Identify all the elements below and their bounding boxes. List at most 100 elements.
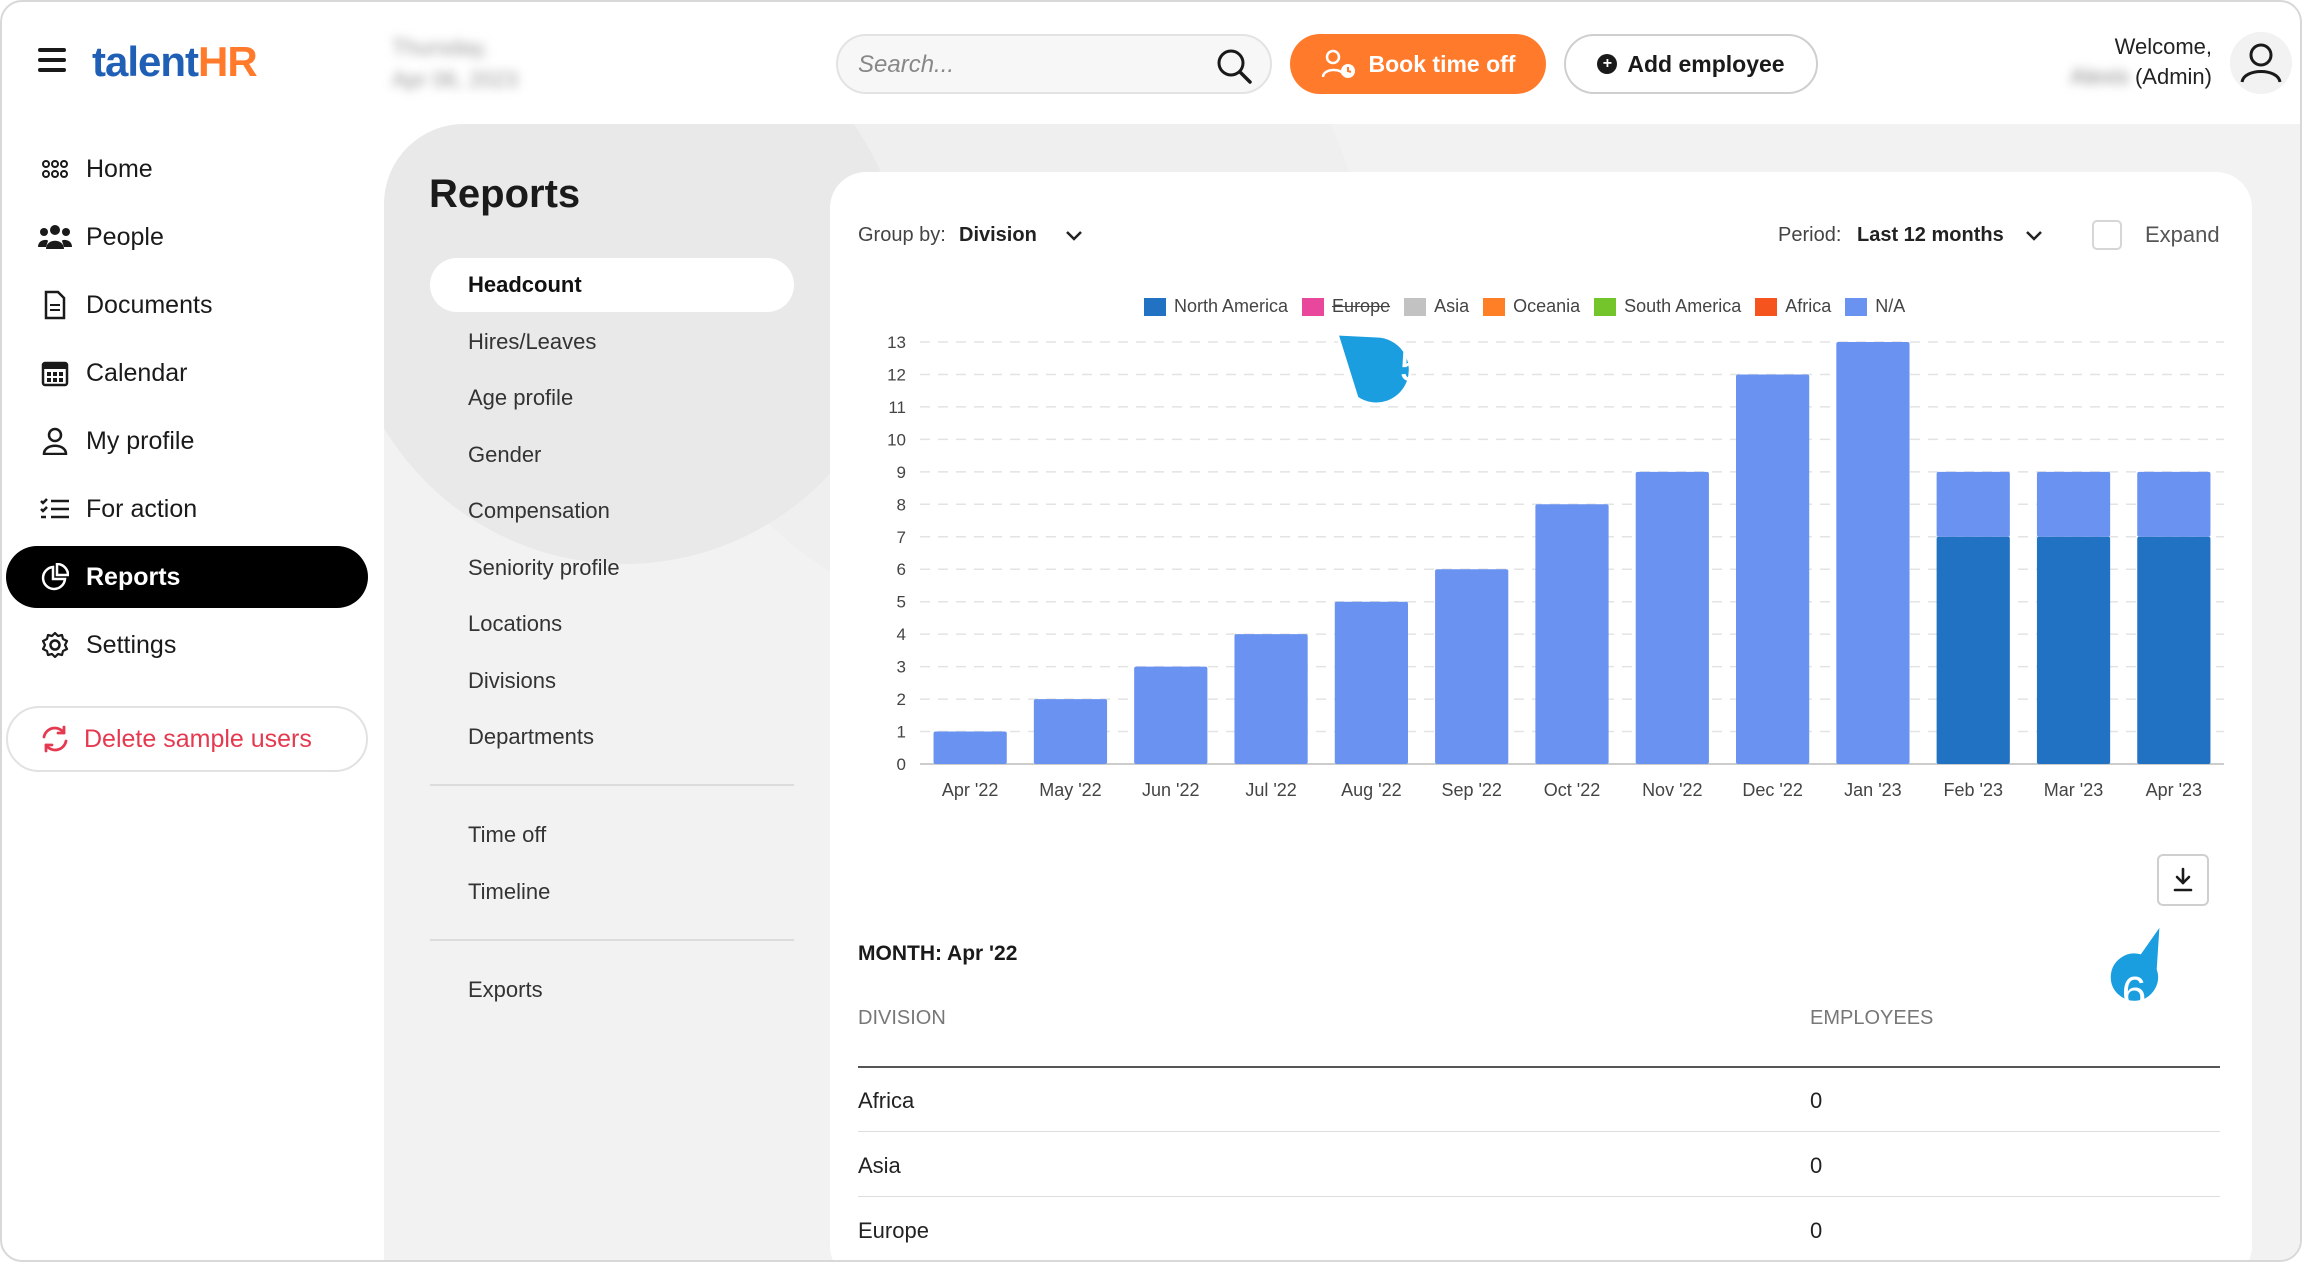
app-logo[interactable]: talentHR [92,38,258,86]
gear-icon [38,628,72,662]
legend-item-north-america[interactable]: North America [1144,296,1288,317]
reports-menu-item-age-profile[interactable]: Age profile [430,371,794,425]
sidebar-item-documents[interactable]: Documents [6,274,368,336]
y-tick-label: 0 [897,755,906,774]
bar-north-america[interactable] [2137,536,2211,764]
pie-chart-icon [38,560,72,594]
bar-n-a[interactable] [1635,471,1709,764]
y-tick-label: 3 [897,658,906,677]
bar-n-a[interactable] [1033,699,1108,764]
x-tick-label: Jun '22 [1142,780,1199,800]
bar-n-a[interactable] [933,731,1007,764]
y-tick-label: 2 [897,690,906,709]
add-employee-button[interactable]: + Add employee [1564,34,1818,94]
bar-n-a[interactable] [2137,471,2211,537]
reports-menu-item-gender[interactable]: Gender [430,428,794,482]
download-icon [2173,867,2193,892]
legend-item-na[interactable]: N/A [1845,296,1905,317]
bar-n-a[interactable] [1836,342,1910,764]
document-icon [38,288,72,322]
reports-menu-item-exports[interactable]: Exports [430,963,794,1017]
reports-menu-item-locations[interactable]: Locations [430,597,794,651]
sidebar-item-calendar[interactable]: Calendar [6,342,368,404]
reports-menu-item-compensation[interactable]: Compensation [430,484,794,538]
bar-n-a[interactable] [1134,666,1208,764]
bar-n-a[interactable] [1736,374,1810,764]
x-tick-label: Dec '22 [1742,780,1802,800]
sidebar-item-reports[interactable]: Reports [6,546,368,608]
sidebar-item-my-profile[interactable]: My profile [6,410,368,472]
x-tick-label: Jan '23 [1844,780,1901,800]
sidebar-item-home[interactable]: Home [6,138,368,200]
period-label: Period: [1778,224,1842,246]
bar-n-a[interactable] [1535,504,1609,764]
callout-number-6: 6 [2121,968,2147,1017]
delete-sample-users-button[interactable]: Delete sample users [6,706,368,772]
y-tick-label: 5 [897,593,906,612]
group-by-label: Group by: [858,224,946,246]
search-box[interactable] [836,34,1272,94]
chevron-down-icon[interactable] [2024,226,2044,246]
sidebar-item-settings[interactable]: Settings [6,614,368,676]
x-tick-label: Oct '22 [1544,780,1600,800]
legend-item-europe[interactable]: Europe [1302,296,1390,317]
bar-n-a[interactable] [2036,471,2111,537]
legend-item-asia[interactable]: Asia [1404,296,1469,317]
chevron-down-icon[interactable] [1064,226,1084,246]
x-tick-label: Apr '22 [942,780,998,800]
bar-n-a[interactable] [1435,569,1509,764]
bar-n-a[interactable] [1334,601,1408,764]
legend-item-africa[interactable]: Africa [1755,296,1831,317]
avatar-icon[interactable] [2230,32,2292,94]
reports-menu-item-timeline[interactable]: Timeline [430,865,794,919]
x-tick-label: Apr '23 [2146,780,2202,800]
bar-n-a[interactable] [1234,634,1308,764]
column-header-division[interactable]: DIVISION [858,1007,946,1030]
y-tick-label: 9 [897,463,906,482]
group-by-select[interactable]: Division [959,224,1037,247]
y-tick-label: 1 [897,723,906,742]
reports-menu-item-headcount[interactable]: Headcount [430,258,794,312]
app-window: talentHR Thursday, Apr 06, 2023 Book tim… [0,0,2302,1262]
sidebar-item-for-action[interactable]: For action [6,478,368,540]
legend-item-south-america[interactable]: South America [1594,296,1741,317]
book-time-off-button[interactable]: Book time off [1290,34,1546,94]
period-select[interactable]: Last 12 months [1857,224,2004,247]
download-button[interactable] [2157,854,2209,906]
menu-icon[interactable] [38,48,66,72]
bar-n-a[interactable] [1936,471,2010,537]
page-title: Reports [429,172,581,216]
reports-menu-item-departments[interactable]: Departments [430,710,794,764]
reports-menu-item-seniority-profile[interactable]: Seniority profile [430,541,794,595]
bar-north-america[interactable] [2036,536,2111,764]
current-date: Thursday, Apr 06, 2023 [392,35,518,92]
column-header-employees[interactable]: EMPLOYEES [1810,1007,1933,1030]
reports-menu-item-time-off[interactable]: Time off [430,808,794,862]
x-tick-label: Feb '23 [1943,780,2002,800]
checklist-icon [38,492,72,526]
people-icon [38,220,72,254]
welcome-text: Welcome, Alexis (Admin) [2070,34,2212,89]
reports-menu-item-divisions[interactable]: Divisions [430,654,794,708]
y-tick-label: 10 [887,430,906,449]
y-tick-label: 12 [887,365,906,384]
user-icon [38,424,72,458]
book-time-off-label: Book time off [1368,50,1516,77]
search-icon[interactable] [1214,46,1254,86]
legend-item-oceania[interactable]: Oceania [1483,296,1580,317]
search-input[interactable] [858,48,1198,82]
grid-icon [38,152,72,186]
user-name: Alexis [2070,64,2129,89]
expand-checkbox[interactable] [2092,220,2122,250]
reports-menu-item-hires-leaves[interactable]: Hires/Leaves [430,315,794,369]
bar-north-america[interactable] [1936,536,2010,764]
sidebar-item-people[interactable]: People [6,206,368,268]
reports-menu: Headcount Hires/Leaves Age profile Gende… [430,258,794,1019]
callout-number-5: 5 [1399,342,1425,391]
calendar-icon [38,356,72,390]
x-tick-label: Jul '22 [1245,780,1296,800]
x-tick-label: Aug '22 [1341,780,1402,800]
x-tick-label: Nov '22 [1642,780,1702,800]
y-tick-label: 11 [888,398,906,417]
table-row: Africa 0 [858,1068,2220,1132]
